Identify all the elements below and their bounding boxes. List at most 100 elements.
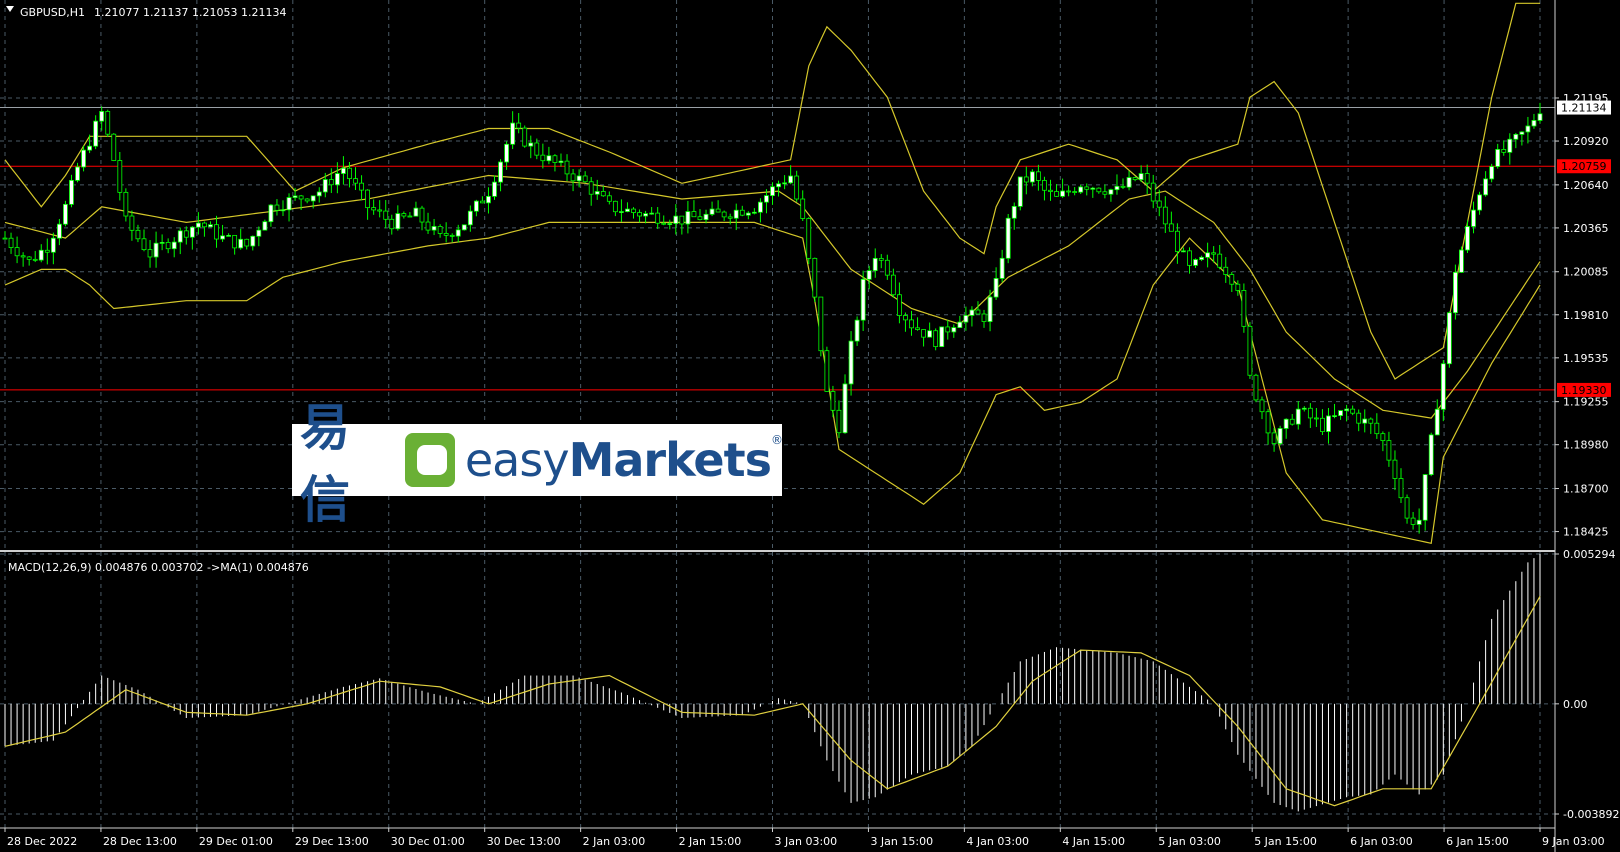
candle-body-bull	[177, 230, 183, 243]
candle-body-bear	[401, 213, 407, 217]
candle-body-bull	[50, 237, 56, 253]
candle-body-bull	[492, 181, 497, 197]
candle-body-bear	[806, 218, 812, 259]
candle-body-bull	[1108, 189, 1114, 195]
candle-body-bull	[1193, 259, 1198, 266]
macd-header-label: MACD(12,26,9) 0.004876 0.003702 ->MA(1) …	[8, 561, 309, 574]
time-tick-label: 5 Jan 03:00	[1158, 835, 1221, 848]
candle-body-bull	[341, 167, 346, 174]
candle-body-bull	[461, 224, 467, 231]
candle-body-bull	[498, 161, 503, 183]
candle-body-bear	[1084, 186, 1090, 190]
candle-body-bear	[123, 191, 129, 217]
candle-body-bull	[1326, 415, 1331, 432]
candle-body-bear	[1241, 289, 1247, 327]
time-tick-label: 29 Dec 13:00	[295, 835, 369, 848]
candle-body-bear	[425, 221, 431, 231]
price-tick-label: 1.18425	[1563, 526, 1609, 539]
candle-body-bull	[770, 186, 775, 197]
candle-body-bear	[117, 160, 123, 193]
candle-body-bull	[1199, 256, 1204, 260]
candle-body-bear	[890, 274, 896, 296]
candle-body-bear	[697, 216, 703, 221]
candle-body-bull	[745, 212, 751, 216]
candle-body-bear	[1217, 253, 1223, 268]
candle-body-bear	[274, 204, 280, 211]
macd-tick-label: 0.005294	[1563, 548, 1616, 561]
candle-body-bear	[147, 249, 153, 258]
candle-body-bull	[486, 195, 491, 204]
candle-body-bear	[389, 218, 395, 230]
candle-body-bear	[981, 313, 987, 322]
candle-body-bull	[788, 175, 794, 184]
time-tick-label: 4 Jan 03:00	[966, 835, 1029, 848]
price-tick-label: 1.20920	[1563, 135, 1609, 148]
candle-body-bull	[431, 226, 437, 231]
candle-body-bear	[1144, 173, 1150, 184]
candle-body-bear	[1102, 191, 1108, 195]
chart-canvas[interactable]: 1.211951.209201.206401.203651.200851.198…	[0, 0, 1620, 852]
candle-body-bear	[679, 215, 685, 225]
candle-body-bear	[1187, 250, 1192, 266]
candle-body-bull	[969, 309, 975, 316]
candle-body-bull	[1338, 410, 1343, 416]
price-tick-label: 1.19255	[1563, 396, 1609, 409]
candle-body-bull	[262, 221, 268, 231]
candle-body-bull	[1283, 418, 1289, 429]
candle-body-bear	[437, 226, 443, 234]
candle-body-bear	[884, 259, 890, 276]
candle-body-bull	[951, 327, 957, 333]
candle-body-bull	[1332, 415, 1337, 417]
candle-body-bear	[534, 142, 540, 156]
candle-body-bull	[957, 321, 963, 328]
candle-body-bear	[1350, 408, 1356, 414]
candle-body-bull	[334, 173, 340, 186]
candle-body-bear	[1374, 422, 1380, 435]
candle-body-bull	[1477, 194, 1482, 211]
candle-body-bear	[721, 211, 727, 218]
candle-body-bull	[751, 211, 757, 214]
candle-body-bull	[292, 195, 298, 198]
candle-body-bull	[927, 330, 933, 338]
candle-body-bear	[830, 391, 836, 411]
candle-body-bull	[1489, 166, 1495, 180]
candle-body-bear	[897, 294, 902, 316]
candle-body-bear	[1307, 407, 1313, 419]
candle-body-bear	[407, 215, 413, 218]
candle-body-bear	[522, 127, 528, 147]
candle-body-bull	[1138, 173, 1144, 181]
candle-body-bull	[1181, 250, 1186, 253]
time-tick-label: 3 Jan 15:00	[870, 835, 933, 848]
candle-body-bull	[99, 111, 105, 122]
price-level-label: 1.20759	[1561, 160, 1607, 173]
candle-body-bull	[993, 278, 999, 298]
candle-body-bull	[848, 340, 854, 385]
candle-body-bear	[2, 237, 8, 240]
candle-body-bear	[1096, 187, 1102, 193]
logo-markets-text: Markets	[568, 433, 772, 487]
chart-menu-triangle-icon[interactable]	[6, 6, 14, 12]
candle-body-bull	[1277, 428, 1283, 444]
candle-body-bear	[1501, 149, 1507, 153]
candle-body-bull	[1090, 187, 1096, 190]
candle-body-bear	[975, 309, 981, 315]
candle-body-bear	[1368, 418, 1374, 424]
price-tick-label: 1.20365	[1563, 222, 1609, 235]
candle-body-bull	[963, 315, 969, 323]
candle-body-bull	[673, 215, 679, 224]
candle-body-bear	[600, 191, 606, 197]
candle-body-bull	[1017, 176, 1023, 207]
candle-body-bear	[105, 111, 111, 135]
candle-body-bull	[1422, 474, 1428, 521]
candle-body-bull	[159, 242, 165, 244]
candle-body-bear	[739, 209, 745, 216]
price-tick-label: 1.18700	[1563, 483, 1609, 496]
candle-body-bull	[594, 191, 600, 195]
time-tick-label: 5 Jan 15:00	[1254, 835, 1317, 848]
time-tick-label: 28 Dec 13:00	[103, 835, 177, 848]
candle-body-bull	[619, 211, 624, 213]
candle-body-bear	[1042, 180, 1047, 191]
candle-body-bull	[238, 238, 244, 249]
time-tick-label: 4 Jan 15:00	[1062, 835, 1125, 848]
candle-body-bull	[1114, 185, 1120, 191]
